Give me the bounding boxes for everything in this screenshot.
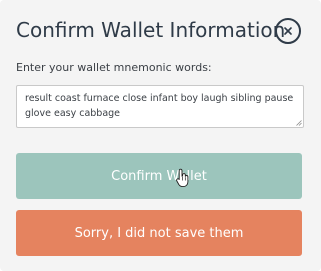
close-button[interactable] — [275, 18, 301, 44]
not-saved-label: Sorry, I did not save them — [74, 225, 244, 241]
confirm-wallet-button[interactable]: Confirm Wallet — [16, 153, 302, 199]
confirm-wallet-label: Confirm Wallet — [111, 168, 207, 184]
mnemonic-input[interactable]: result coast furnace close infant boy la… — [16, 85, 304, 128]
not-saved-button[interactable]: Sorry, I did not save them — [16, 210, 302, 256]
mnemonic-label: Enter your wallet mnemonic words: — [16, 61, 212, 74]
confirm-wallet-dialog: Confirm Wallet Information Enter your wa… — [0, 0, 321, 271]
resize-grip-icon[interactable] — [296, 120, 302, 126]
close-icon — [284, 27, 292, 35]
dialog-title: Confirm Wallet Information — [16, 18, 286, 42]
